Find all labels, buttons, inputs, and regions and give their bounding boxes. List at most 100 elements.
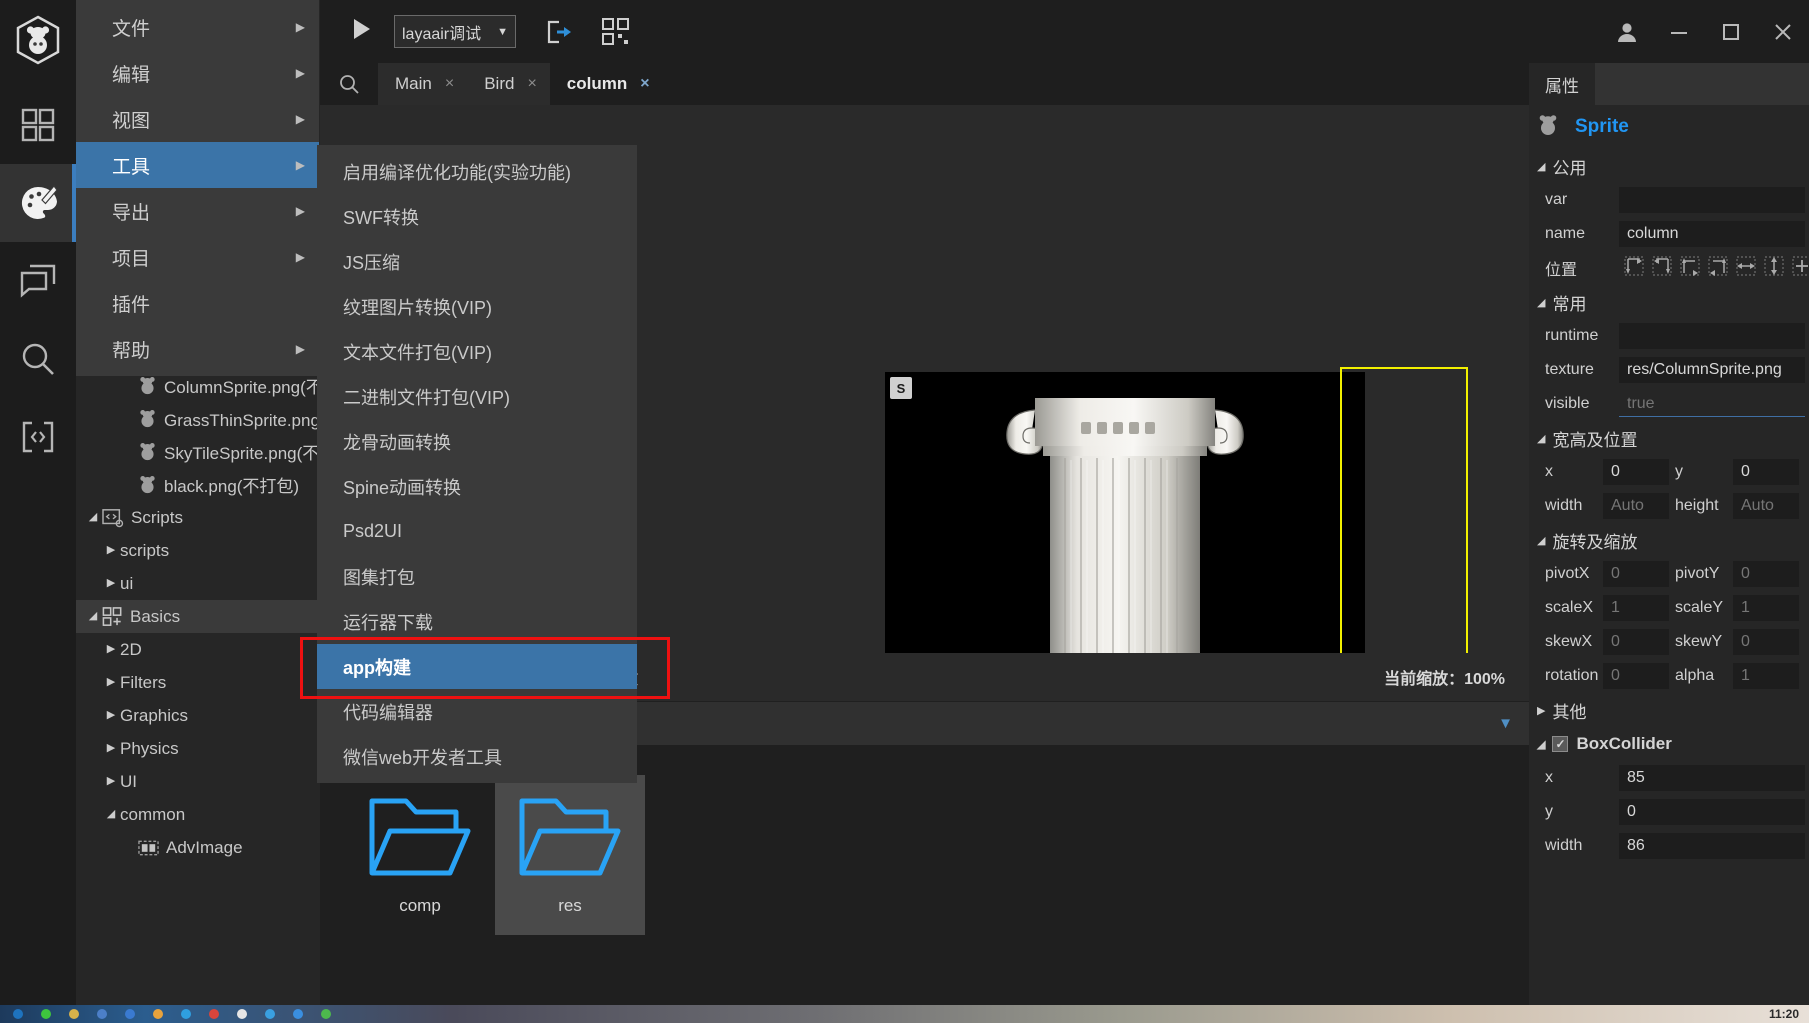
menu-item[interactable]: 帮助 ▶ — [76, 326, 319, 372]
submenu-item[interactable]: 文本文件打包(VIP) — [317, 329, 637, 374]
property-group-header[interactable]: ◢ 宽高及位置 — [1529, 421, 1809, 455]
disclosure-triangle-icon[interactable]: ▶ — [102, 578, 120, 589]
editor-icon[interactable] — [97, 1009, 107, 1019]
msg-icon[interactable] — [293, 1009, 303, 1019]
property-value-input[interactable]: 0 — [1603, 459, 1669, 485]
app-icon[interactable] — [153, 1009, 163, 1019]
cloud-icon[interactable] — [265, 1009, 275, 1019]
submenu-item[interactable]: app构建 — [317, 644, 637, 689]
property-value-input[interactable]: 0 — [1733, 561, 1799, 587]
chrome-icon[interactable] — [41, 1009, 51, 1019]
play-triangle-icon[interactable] — [352, 18, 372, 45]
property-group-header[interactable]: ◢ 常用 — [1529, 285, 1809, 319]
property-value-input[interactable] — [1619, 187, 1805, 213]
chevron-down-icon[interactable]: ▼ — [1498, 715, 1513, 732]
disclosure-triangle-icon[interactable]: ▶ — [102, 776, 120, 787]
account-user-icon[interactable] — [1601, 0, 1653, 63]
maximize-icon[interactable] — [1705, 0, 1757, 63]
property-value-input[interactable] — [1619, 323, 1805, 349]
editor-tab[interactable]: column × — [549, 63, 663, 105]
close-icon[interactable]: × — [640, 75, 649, 93]
tab-properties[interactable]: 属性 — [1529, 63, 1595, 105]
run-mode-select[interactable]: layaair调试 ▼ — [394, 15, 516, 48]
submenu-item[interactable]: 运行器下载 — [317, 599, 637, 644]
submenu-item[interactable]: Spine动画转换 — [317, 464, 637, 509]
rail-item-scene-editor[interactable] — [0, 164, 76, 242]
property-value-input[interactable]: 0 — [1733, 629, 1799, 655]
submenu-item[interactable]: Psd2UI — [317, 509, 637, 554]
property-value-input[interactable]: 1 — [1603, 595, 1669, 621]
close-icon[interactable]: × — [445, 75, 454, 93]
submenu-item[interactable]: 微信web开发者工具 — [317, 734, 637, 779]
submenu-item[interactable]: 龙骨动画转换 — [317, 419, 637, 464]
disclosure-triangle-icon[interactable]: ◢ — [84, 512, 102, 523]
asset-item[interactable]: comp — [345, 775, 495, 935]
media-icon[interactable] — [209, 1009, 219, 1019]
align-tool-4-icon[interactable] — [1707, 255, 1729, 282]
editor-tab[interactable]: Bird × — [467, 63, 550, 105]
disclosure-triangle-icon[interactable]: ▶ — [102, 677, 120, 688]
submenu-item[interactable]: 纹理图片转换(VIP) — [317, 284, 637, 329]
align-tool-1-icon[interactable] — [1623, 255, 1645, 282]
layabox-icon[interactable] — [237, 1009, 247, 1019]
browser-icon[interactable] — [181, 1009, 191, 1019]
submenu-item[interactable]: SWF转换 — [317, 194, 637, 239]
export-arrow-icon[interactable] — [546, 19, 572, 45]
win-start-icon[interactable] — [13, 1009, 23, 1019]
submenu-item[interactable]: JS压缩 — [317, 239, 637, 284]
property-value-input[interactable]: 86 — [1619, 833, 1805, 859]
menu-item[interactable]: 视图 ▶ — [76, 96, 319, 142]
menu-item[interactable]: 项目 ▶ — [76, 234, 319, 280]
property-value-input[interactable]: res/ColumnSprite.png — [1619, 357, 1805, 383]
submenu-item[interactable]: 图集打包 — [317, 554, 637, 599]
submenu-item[interactable]: 二进制文件打包(VIP) — [317, 374, 637, 419]
green-app-icon[interactable] — [321, 1009, 331, 1019]
editor-tab[interactable]: Main × — [378, 63, 468, 105]
align-tool-2-icon[interactable] — [1651, 255, 1673, 282]
align-tool-3-icon[interactable] — [1679, 255, 1701, 282]
property-group-header[interactable]: ◢ 旋转及缩放 — [1529, 523, 1809, 557]
submenu-item[interactable]: 代码编辑器 — [317, 689, 637, 734]
rail-item-project[interactable] — [0, 86, 76, 164]
property-value-input[interactable]: Auto — [1603, 493, 1669, 519]
menu-item[interactable]: 文件 ▶ — [76, 4, 319, 50]
search-icon[interactable] — [320, 63, 378, 105]
menu-item[interactable]: 工具 ▶ — [76, 142, 319, 188]
disclosure-triangle-icon[interactable]: ▶ — [102, 743, 120, 754]
property-value-input[interactable]: Auto — [1733, 493, 1799, 519]
submenu-item[interactable]: 启用编译优化功能(实验功能) — [317, 149, 637, 194]
minimize-icon[interactable] — [1653, 0, 1705, 63]
align-tool-5-icon[interactable] — [1735, 255, 1757, 282]
property-value-input[interactable]: 0 — [1619, 799, 1805, 825]
close-x-icon[interactable] — [1757, 0, 1809, 63]
rail-item-layout[interactable] — [0, 242, 76, 320]
property-group-header[interactable]: ◢ 公用 — [1529, 149, 1809, 183]
disclosure-triangle-icon[interactable]: ◢ — [84, 611, 102, 622]
rail-item-search[interactable] — [0, 320, 76, 398]
property-value-input[interactable]: column — [1619, 221, 1805, 247]
align-tool-7-icon[interactable] — [1791, 255, 1809, 282]
rail-item-code[interactable] — [0, 398, 76, 476]
disclosure-triangle-icon[interactable]: ◢ — [102, 809, 120, 820]
disclosure-triangle-icon[interactable]: ▶ — [102, 545, 120, 556]
property-value-input[interactable]: 85 — [1619, 765, 1805, 791]
group-checkbox[interactable]: ✓ — [1552, 736, 1569, 752]
align-tool-6-icon[interactable] — [1763, 255, 1785, 282]
menu-item[interactable]: 编辑 ▶ — [76, 50, 319, 96]
ide-icon[interactable] — [125, 1009, 135, 1019]
disclosure-triangle-icon[interactable]: ▶ — [102, 644, 120, 655]
close-icon[interactable]: × — [527, 75, 536, 93]
property-value-input[interactable]: 0 — [1603, 629, 1669, 655]
disclosure-triangle-icon[interactable]: ▶ — [102, 710, 120, 721]
property-value-input[interactable]: true — [1619, 391, 1805, 417]
property-value-input[interactable]: 0 — [1733, 459, 1799, 485]
property-value-input[interactable]: 1 — [1733, 663, 1799, 689]
property-value-input[interactable]: 0 — [1603, 561, 1669, 587]
property-group-header[interactable]: ▶ 其他 — [1529, 693, 1809, 727]
property-value-input[interactable]: 0 — [1603, 663, 1669, 689]
menu-item[interactable]: 导出 ▶ — [76, 188, 319, 234]
property-group-header[interactable]: ◢ ✓ BoxCollider — [1529, 727, 1809, 761]
qrcode-icon[interactable] — [602, 18, 629, 45]
menu-item[interactable]: 插件 — [76, 280, 319, 326]
property-value-input[interactable]: 1 — [1733, 595, 1799, 621]
